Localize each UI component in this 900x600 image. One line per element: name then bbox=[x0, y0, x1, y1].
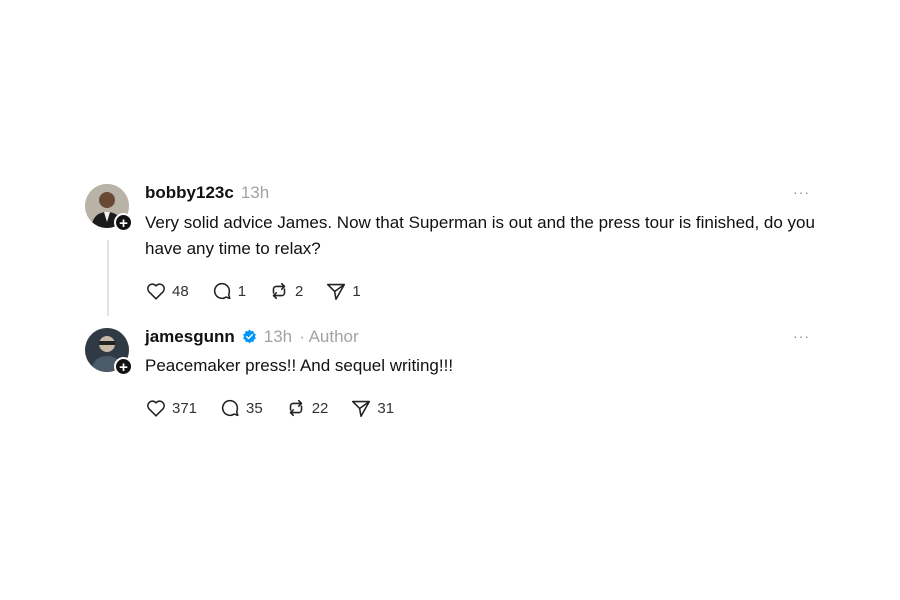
repost-button[interactable]: 2 bbox=[268, 280, 303, 302]
send-icon bbox=[352, 400, 371, 418]
username[interactable]: bobby123c bbox=[145, 183, 234, 203]
post-text: Peacemaker press!! And sequel writing!!! bbox=[145, 356, 454, 375]
more-options-button[interactable]: ··· bbox=[793, 184, 810, 200]
share-count: 31 bbox=[377, 399, 395, 417]
avatar-jamesgunn[interactable]: + bbox=[85, 328, 133, 376]
like-button[interactable]: 48 bbox=[145, 280, 189, 302]
heart-icon bbox=[147, 283, 165, 300]
more-options-button[interactable]: ··· bbox=[793, 328, 810, 344]
like-count: 48 bbox=[172, 282, 189, 300]
post-header: jamesgunn 13h · Author bbox=[145, 327, 359, 347]
reply-button[interactable]: 35 bbox=[219, 397, 263, 419]
share-button[interactable]: 1 bbox=[325, 280, 361, 302]
follow-plus-icon[interactable]: + bbox=[114, 213, 133, 232]
action-bar: 48 1 2 1 bbox=[145, 280, 383, 302]
reply-count: 1 bbox=[237, 282, 247, 300]
verified-badge-icon bbox=[242, 329, 256, 344]
like-button[interactable]: 371 bbox=[145, 397, 197, 419]
like-count: 371 bbox=[172, 399, 198, 417]
repost-icon bbox=[289, 399, 302, 417]
repost-button[interactable]: 22 bbox=[285, 397, 329, 419]
post-text: Very solid advice James. Now that Superm… bbox=[145, 213, 815, 258]
reply-count: 35 bbox=[246, 399, 263, 417]
author-label: · Author bbox=[299, 327, 359, 346]
post-header: bobby123c 13h bbox=[145, 183, 269, 203]
repost-count: 22 bbox=[311, 399, 329, 417]
send-icon bbox=[327, 283, 346, 301]
timestamp[interactable]: 13h bbox=[264, 327, 292, 347]
reply-button[interactable]: 1 bbox=[211, 280, 246, 302]
thread-line bbox=[107, 240, 109, 316]
comment-icon bbox=[221, 399, 239, 417]
repost-icon bbox=[272, 282, 286, 300]
comment-icon bbox=[213, 282, 231, 300]
follow-plus-icon[interactable]: + bbox=[114, 357, 133, 376]
share-button[interactable]: 31 bbox=[350, 397, 394, 419]
username[interactable]: jamesgunn bbox=[145, 327, 235, 347]
avatar-bobby123c[interactable]: + bbox=[85, 184, 133, 232]
action-bar: 371 35 22 31 bbox=[145, 397, 416, 419]
heart-icon bbox=[147, 400, 165, 417]
share-count: 1 bbox=[352, 282, 361, 300]
timestamp[interactable]: 13h bbox=[241, 183, 269, 203]
repost-count: 2 bbox=[295, 282, 304, 300]
